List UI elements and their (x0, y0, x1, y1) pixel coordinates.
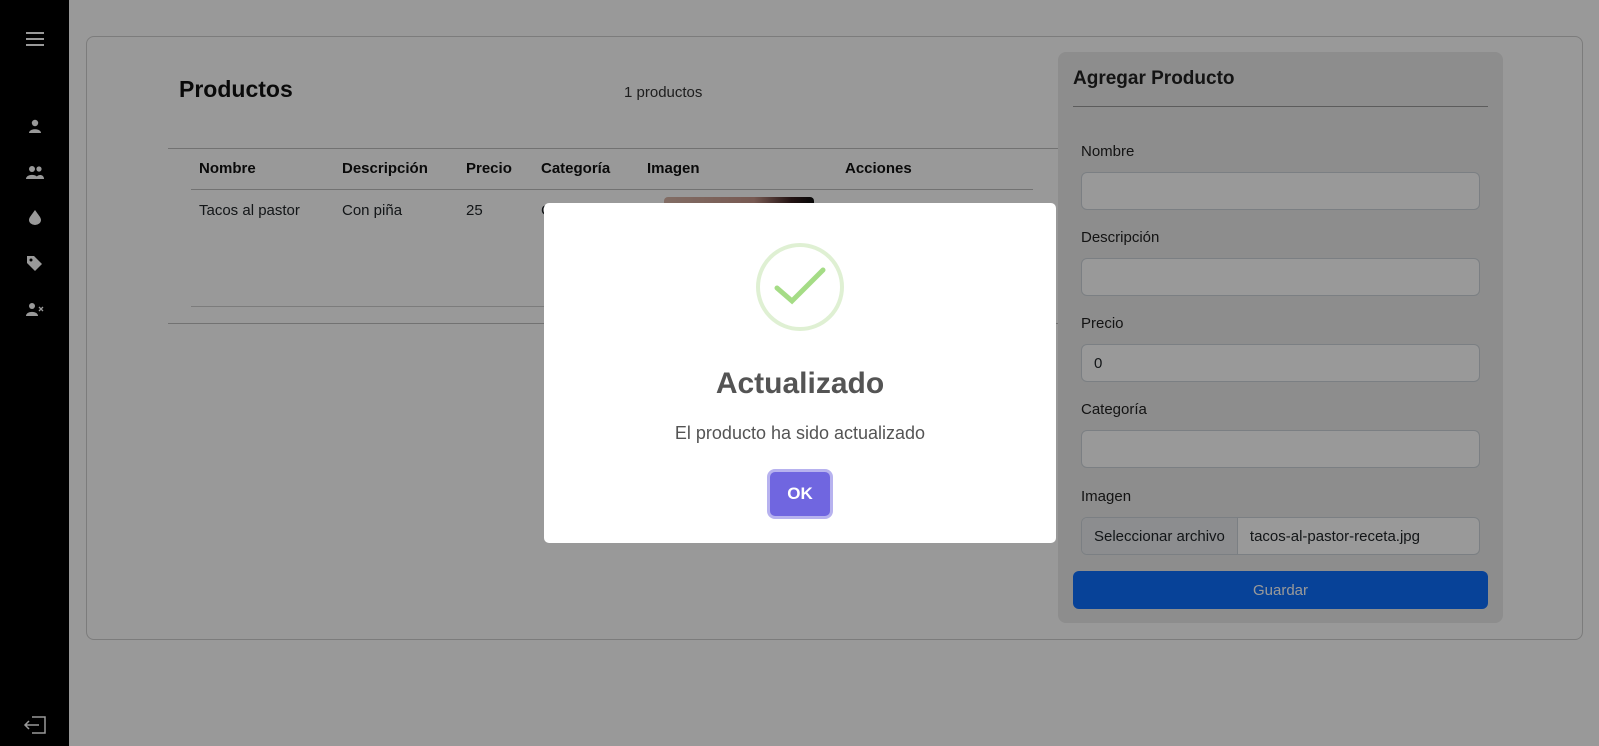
dialog-message: El producto ha sido actualizado (674, 423, 926, 443)
success-dialog: Actualizado El producto ha sido actualiz… (544, 203, 1056, 543)
dialog-title: Actualizado (715, 367, 885, 400)
ok-button[interactable]: OK (770, 472, 830, 516)
success-check-icon (756, 243, 844, 331)
